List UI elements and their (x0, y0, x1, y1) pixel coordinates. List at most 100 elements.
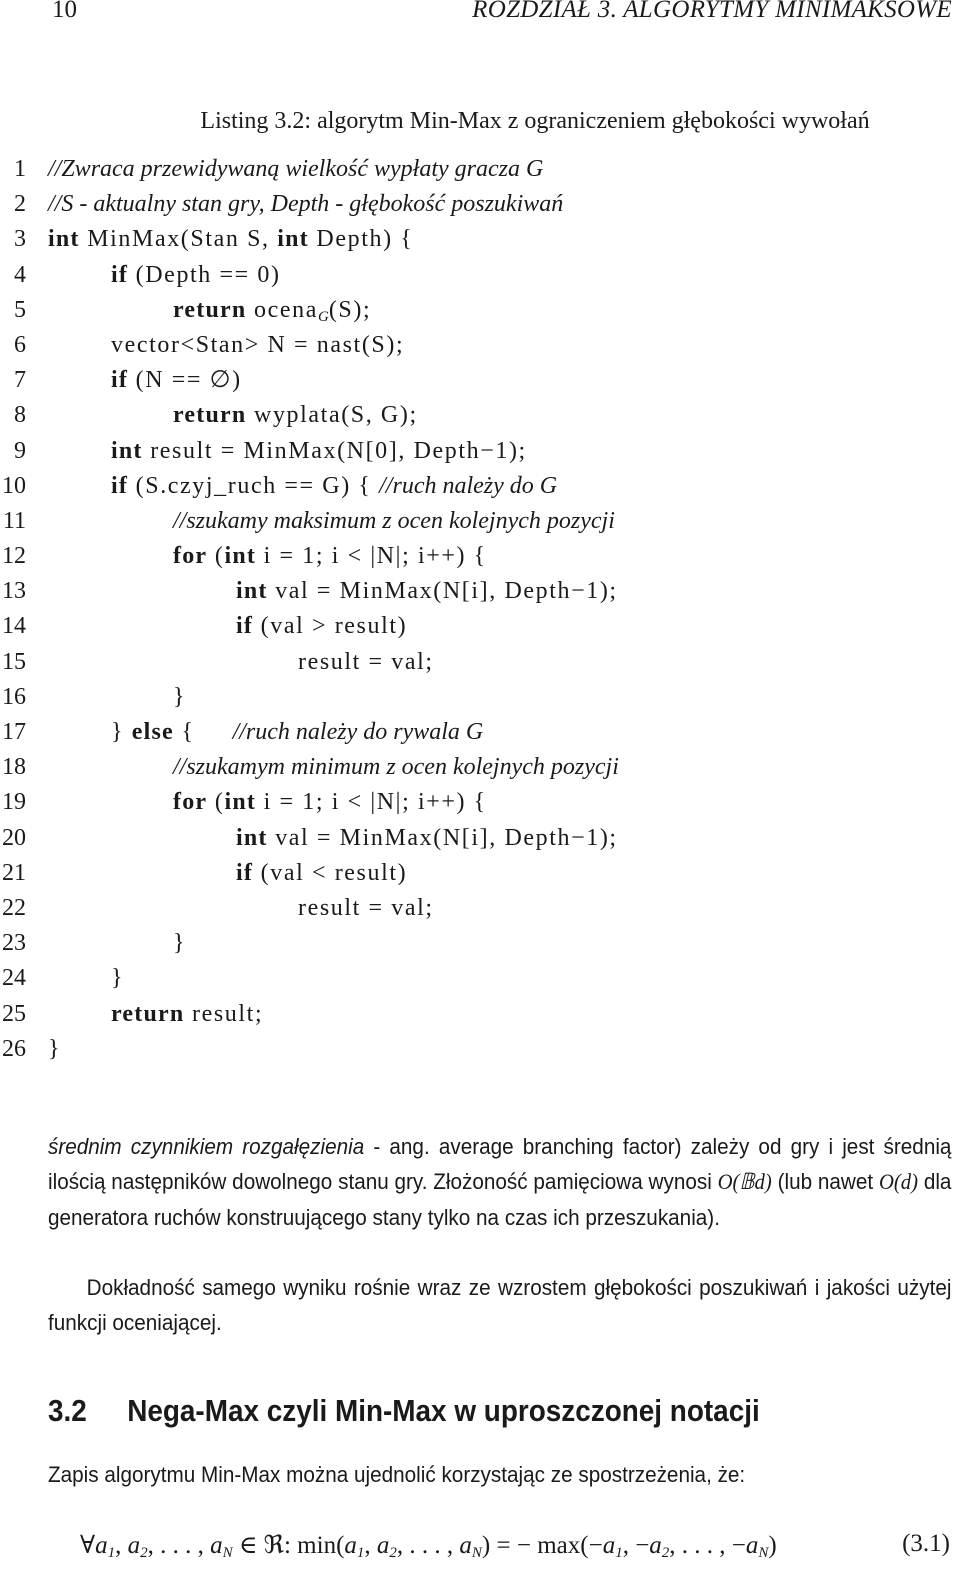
line-number: 3 (14, 226, 26, 253)
code-text: //S - aktualny stan gry, Depth - głęboko… (48, 187, 563, 222)
code-token: val = MinMax(N[i], Depth−1); (267, 824, 618, 851)
code-text: return result; (111, 997, 263, 1032)
page-number: 10 (52, 0, 77, 23)
line-number: 2 (14, 191, 26, 218)
code-comment: //szukamym minimum z ocen kolejnych pozy… (173, 754, 619, 781)
listing-caption-text: Listing 3.2: algorytm Min-Max z ogranicz… (200, 108, 870, 134)
code-line: 15 result = val; (0, 645, 960, 680)
code-token: wyplata(S, G); (246, 402, 418, 429)
code-text: if (Depth == 0) (111, 258, 281, 293)
math-space-complexity: O(𝔹d) (717, 1169, 772, 1195)
paragraph-branching-factor: średnim czynnikiem rozgałęzienia - ang. … (48, 1129, 951, 1235)
code-subscript: G (317, 308, 329, 325)
math-linear-complexity: O(d) (878, 1169, 919, 1195)
min-function: min (297, 1532, 337, 1559)
code-text: for (int i = 1; i < |N|; i++) { (173, 539, 487, 574)
code-token: } (111, 719, 132, 745)
code-line: 23} (0, 926, 960, 961)
code-token: } (111, 965, 125, 992)
code-keyword: if (111, 472, 129, 499)
code-token: result; (184, 1000, 264, 1027)
max-function: max (537, 1532, 581, 1559)
code-line: 7 if (N == ∅) (0, 363, 960, 398)
code-text: for (int i = 1; i < |N|; i++) { (173, 785, 487, 820)
code-text: //Zwraca przewidywaną wielkość wypłaty g… (48, 152, 543, 187)
code-text: } else { //ruch należy do rywala G (111, 715, 483, 750)
code-line: 24} (0, 961, 960, 996)
code-keyword: int (224, 789, 257, 816)
code-line: 14 if (val > result) (0, 609, 960, 644)
equals-negative: = − (496, 1532, 531, 1559)
code-line: 20 int val = MinMax(N[i], Depth−1); (0, 821, 960, 856)
paragraph-text: Dokładność samego wyniku rośnie wraz ze … (48, 1275, 952, 1336)
code-line: 2 //S - aktualny stan gry, Depth - głębok… (0, 187, 960, 222)
code-text: } (173, 926, 186, 961)
code-line: 17 } else { //ruch należy do rywala G (0, 715, 960, 750)
equation-min-max-identity: ∀a1, a2, . . . , aN ∈ ℜ: min(a1, a2, . .… (80, 1532, 777, 1561)
code-keyword: int (277, 226, 309, 253)
code-token: } (173, 683, 187, 710)
code-token: ocena (246, 296, 318, 323)
code-line: 3 int MinMax(Stan S, int Depth) { (0, 222, 960, 257)
code-text: int val = MinMax(N[i], Depth−1); (236, 821, 618, 856)
code-token: val = MinMax(N[i], Depth−1); (267, 578, 618, 605)
code-text: vector<Stan> N = nast(S); (111, 328, 404, 363)
code-line: 18 //szukamym minimum z ocen kolejnych po… (0, 750, 960, 785)
code-token: { (173, 719, 233, 745)
line-number: 15 (2, 648, 26, 675)
code-token: (Depth == 0) (128, 261, 281, 288)
line-number: 16 (2, 683, 26, 710)
line-number: 21 (2, 859, 26, 886)
code-keyword: for (173, 543, 208, 570)
code-token: result = MinMax(N[0], Depth−1); (142, 437, 527, 464)
line-number: 18 (2, 754, 26, 781)
code-token: (val > result) (253, 613, 408, 640)
code-keyword: return (111, 1000, 185, 1027)
code-text: } (111, 961, 124, 996)
code-keyword: else (131, 719, 174, 745)
code-line: 5 return ocenaG(S); (0, 293, 960, 328)
code-token: } (48, 1035, 62, 1062)
code-comment: //S - aktualny stan gry, Depth - głęboko… (48, 191, 564, 218)
line-number: 6 (14, 331, 26, 358)
line-number: 23 (2, 930, 26, 957)
code-comment: //szukamy maksimum z ocen kolejnych pozy… (173, 507, 615, 534)
code-line: 1 //Zwraca przewidywaną wielkość wypłaty … (0, 152, 960, 187)
code-token: i = 1; i < |N|; i++) { (256, 789, 487, 816)
code-line: 16} (0, 680, 960, 715)
line-number: 7 (14, 367, 26, 394)
code-text: } (48, 1032, 61, 1067)
forall-symbol: ∀ (80, 1532, 96, 1559)
line-number: 26 (2, 1035, 26, 1062)
code-text: int val = MinMax(N[i], Depth−1); (236, 574, 618, 609)
code-keyword: int (111, 437, 143, 464)
code-keyword: if (111, 367, 129, 394)
line-number: 4 (14, 261, 26, 288)
code-line: 19 for (int i = 1; i < |N|; i++) { (0, 785, 960, 820)
code-line: 13 int val = MinMax(N[i], Depth−1); (0, 574, 960, 609)
code-token: (val < result) (253, 859, 408, 886)
line-number: 12 (2, 543, 26, 570)
code-keyword: int (236, 824, 268, 851)
emphasized-term: średnim czynnikiem rozgałęzienia (48, 1134, 365, 1159)
line-number: 25 (2, 1000, 26, 1027)
code-keyword: return (173, 296, 247, 323)
code-line: 26} (0, 1032, 960, 1067)
code-token: result = val; (298, 648, 434, 675)
code-keyword: int (236, 578, 268, 605)
section-title: Nega-Max czyli Min-Max w uproszczonej no… (127, 1393, 760, 1428)
code-keyword: int (224, 543, 257, 570)
line-number: 17 (2, 719, 26, 745)
code-text: if (val < result) (236, 856, 407, 891)
paragraph-observation: Zapis algorytmu Min-Max można ujednolić … (48, 1462, 746, 1487)
line-number: 13 (2, 578, 26, 605)
code-keyword: if (111, 261, 129, 288)
code-keyword: int (48, 226, 80, 253)
running-header-chapter-title: ROZDZIAŁ 3. ALGORYTMY MINIMAKSOWE (472, 0, 952, 23)
code-line: 8 return wyplata(S, G); (0, 398, 960, 433)
element-of-reals: ∈ ℜ: (238, 1532, 291, 1559)
code-token: } (173, 930, 187, 957)
line-number: 9 (14, 437, 26, 464)
code-keyword: if (236, 859, 254, 886)
code-token: vector<Stan> N = nast(S); (111, 331, 405, 358)
